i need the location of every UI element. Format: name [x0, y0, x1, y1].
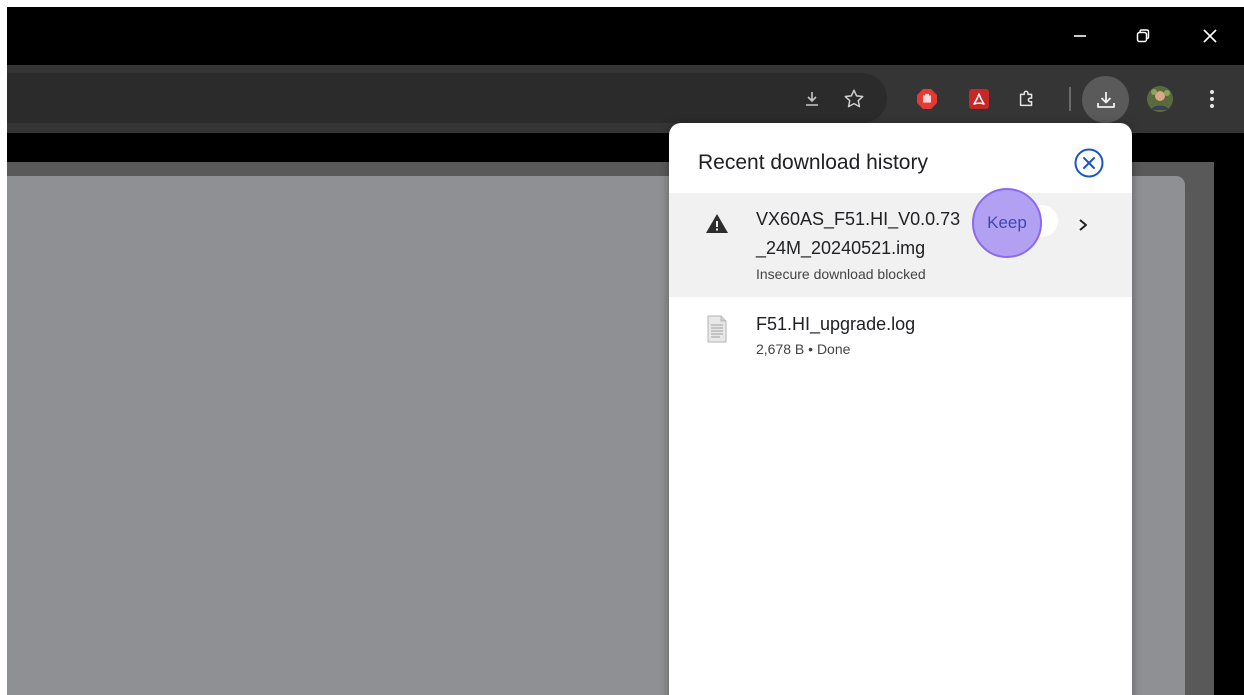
extensions-puzzle-icon — [1019, 90, 1033, 107]
warning-icon — [705, 212, 729, 236]
download-status: 2,678 B • Done — [756, 341, 851, 357]
bookmark-star-icon — [844, 89, 864, 108]
address-bar[interactable] — [7, 73, 887, 123]
downloads-button[interactable] — [1082, 76, 1129, 123]
download-status: Insecure download blocked — [756, 266, 926, 282]
chevron-right-icon — [1079, 219, 1087, 231]
downloads-icon — [1096, 91, 1115, 108]
keep-button[interactable]: Keep — [972, 188, 1042, 258]
install-app-button[interactable] — [799, 86, 825, 112]
minimize-button[interactable] — [1050, 7, 1110, 65]
adblock-extension-icon — [917, 89, 937, 109]
profile-button[interactable] — [1145, 84, 1175, 114]
acrobat-extension-button[interactable] — [967, 87, 991, 111]
browser-window: Recent download history VX60AS_F51.HI_V0… — [0, 0, 1244, 695]
window-close-button[interactable] — [1180, 7, 1240, 65]
menu-dots-icon — [1210, 90, 1214, 108]
browser-menu-button[interactable] — [1200, 86, 1224, 112]
restore-icon — [1136, 29, 1150, 43]
download-filename[interactable]: F51.HI_upgrade.log — [756, 314, 915, 335]
bubble-close-button[interactable] — [1072, 146, 1106, 180]
page-right-edge — [1214, 162, 1244, 695]
bubble-title: Recent download history — [698, 151, 928, 174]
close-circle-icon — [1074, 148, 1104, 178]
adblock-extension-button[interactable] — [914, 86, 940, 112]
minimize-icon — [1074, 35, 1086, 37]
close-icon — [1203, 29, 1217, 43]
acrobat-extension-icon — [969, 89, 989, 109]
details-chevron-button[interactable] — [1070, 212, 1096, 238]
extensions-button[interactable] — [1013, 85, 1041, 113]
download-filename: VX60AS_F51.HI_V0.0.73 — [756, 209, 961, 229]
toolbar-separator — [1069, 87, 1071, 111]
file-icon — [706, 315, 728, 343]
download-filename-continued: _24M_20240521.img — [756, 238, 926, 258]
profile-avatar — [1147, 86, 1173, 112]
bookmark-button[interactable] — [840, 85, 868, 113]
restore-button[interactable] — [1113, 7, 1173, 65]
install-app-icon — [806, 92, 818, 106]
